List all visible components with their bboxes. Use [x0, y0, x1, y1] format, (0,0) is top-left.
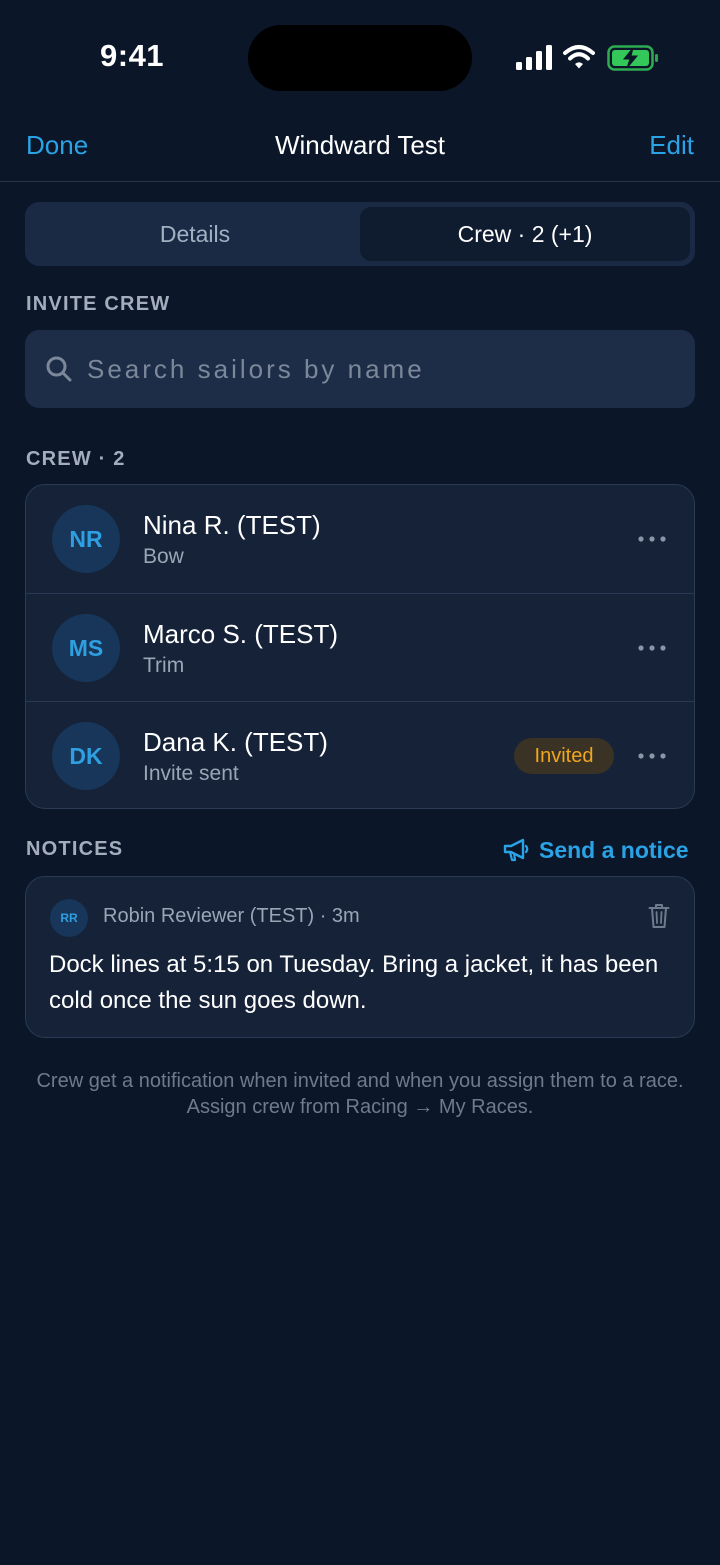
- crew-row[interactable]: DK Dana K. (TEST) Invite sent Invited: [26, 701, 694, 808]
- crew-row[interactable]: MS Marco S. (TEST) Trim: [26, 593, 694, 700]
- segmented-control: Details Crew · 2 (+1): [25, 202, 695, 266]
- crew-status: Invite sent: [143, 762, 239, 785]
- dynamic-island: [248, 25, 472, 91]
- megaphone-icon: [503, 838, 529, 862]
- search-input[interactable]: [87, 348, 677, 390]
- notices-heading: NOTICES: [26, 838, 124, 860]
- notice-meta: Robin Reviewer (TEST) · 3m: [103, 905, 360, 927]
- crew-heading: CREW · 2: [26, 448, 126, 470]
- crew-list: NR Nina R. (TEST) Bow MS Marco S. (TEST)…: [25, 484, 695, 809]
- invited-badge: Invited: [514, 738, 614, 774]
- more-icon[interactable]: [638, 753, 666, 759]
- crew-row[interactable]: NR Nina R. (TEST) Bow: [26, 485, 694, 592]
- wifi-icon: [563, 45, 595, 69]
- navigation-bar: Windward Test Done Edit: [0, 110, 720, 182]
- crew-role: Trim: [143, 654, 185, 677]
- footer-note: Crew get a notification when invited and…: [36, 1070, 684, 1118]
- search-icon: [46, 356, 72, 382]
- more-icon[interactable]: [638, 645, 666, 651]
- notice-card: RR Robin Reviewer (TEST) · 3m Dock lines…: [25, 876, 695, 1038]
- screen: 9:41 Windward Test Done Edit Details Cre…: [0, 0, 720, 1565]
- crew-name: Dana K. (TEST): [143, 727, 328, 757]
- tab-crew[interactable]: Crew · 2 (+1): [360, 207, 690, 261]
- status-time: 9:41: [100, 38, 165, 73]
- trash-icon[interactable]: [648, 903, 670, 929]
- done-button[interactable]: Done: [26, 130, 88, 161]
- crew-name: Nina R. (TEST): [143, 510, 321, 540]
- notice-body: Dock lines at 5:15 on Tuesday. Bring a j…: [49, 951, 659, 1014]
- crew-name: Marco S. (TEST): [143, 619, 339, 649]
- status-bar: 9:41: [0, 0, 720, 110]
- send-notice-label: Send a notice: [539, 836, 689, 863]
- signal-icon: [516, 45, 552, 70]
- more-icon[interactable]: [638, 536, 666, 542]
- edit-button[interactable]: Edit: [649, 130, 694, 161]
- battery-charging-icon: [607, 45, 658, 71]
- avatar: DK: [52, 722, 120, 790]
- search-field[interactable]: [25, 330, 695, 408]
- send-notice-button[interactable]: Send a notice: [503, 834, 689, 866]
- tab-details[interactable]: Details: [30, 207, 360, 261]
- crew-role: Bow: [143, 545, 184, 568]
- avatar: MS: [52, 614, 120, 682]
- page-title: Windward Test: [274, 130, 446, 160]
- invite-crew-heading: INVITE CREW: [26, 293, 171, 315]
- avatar: NR: [52, 505, 120, 573]
- author-avatar: RR: [50, 899, 88, 937]
